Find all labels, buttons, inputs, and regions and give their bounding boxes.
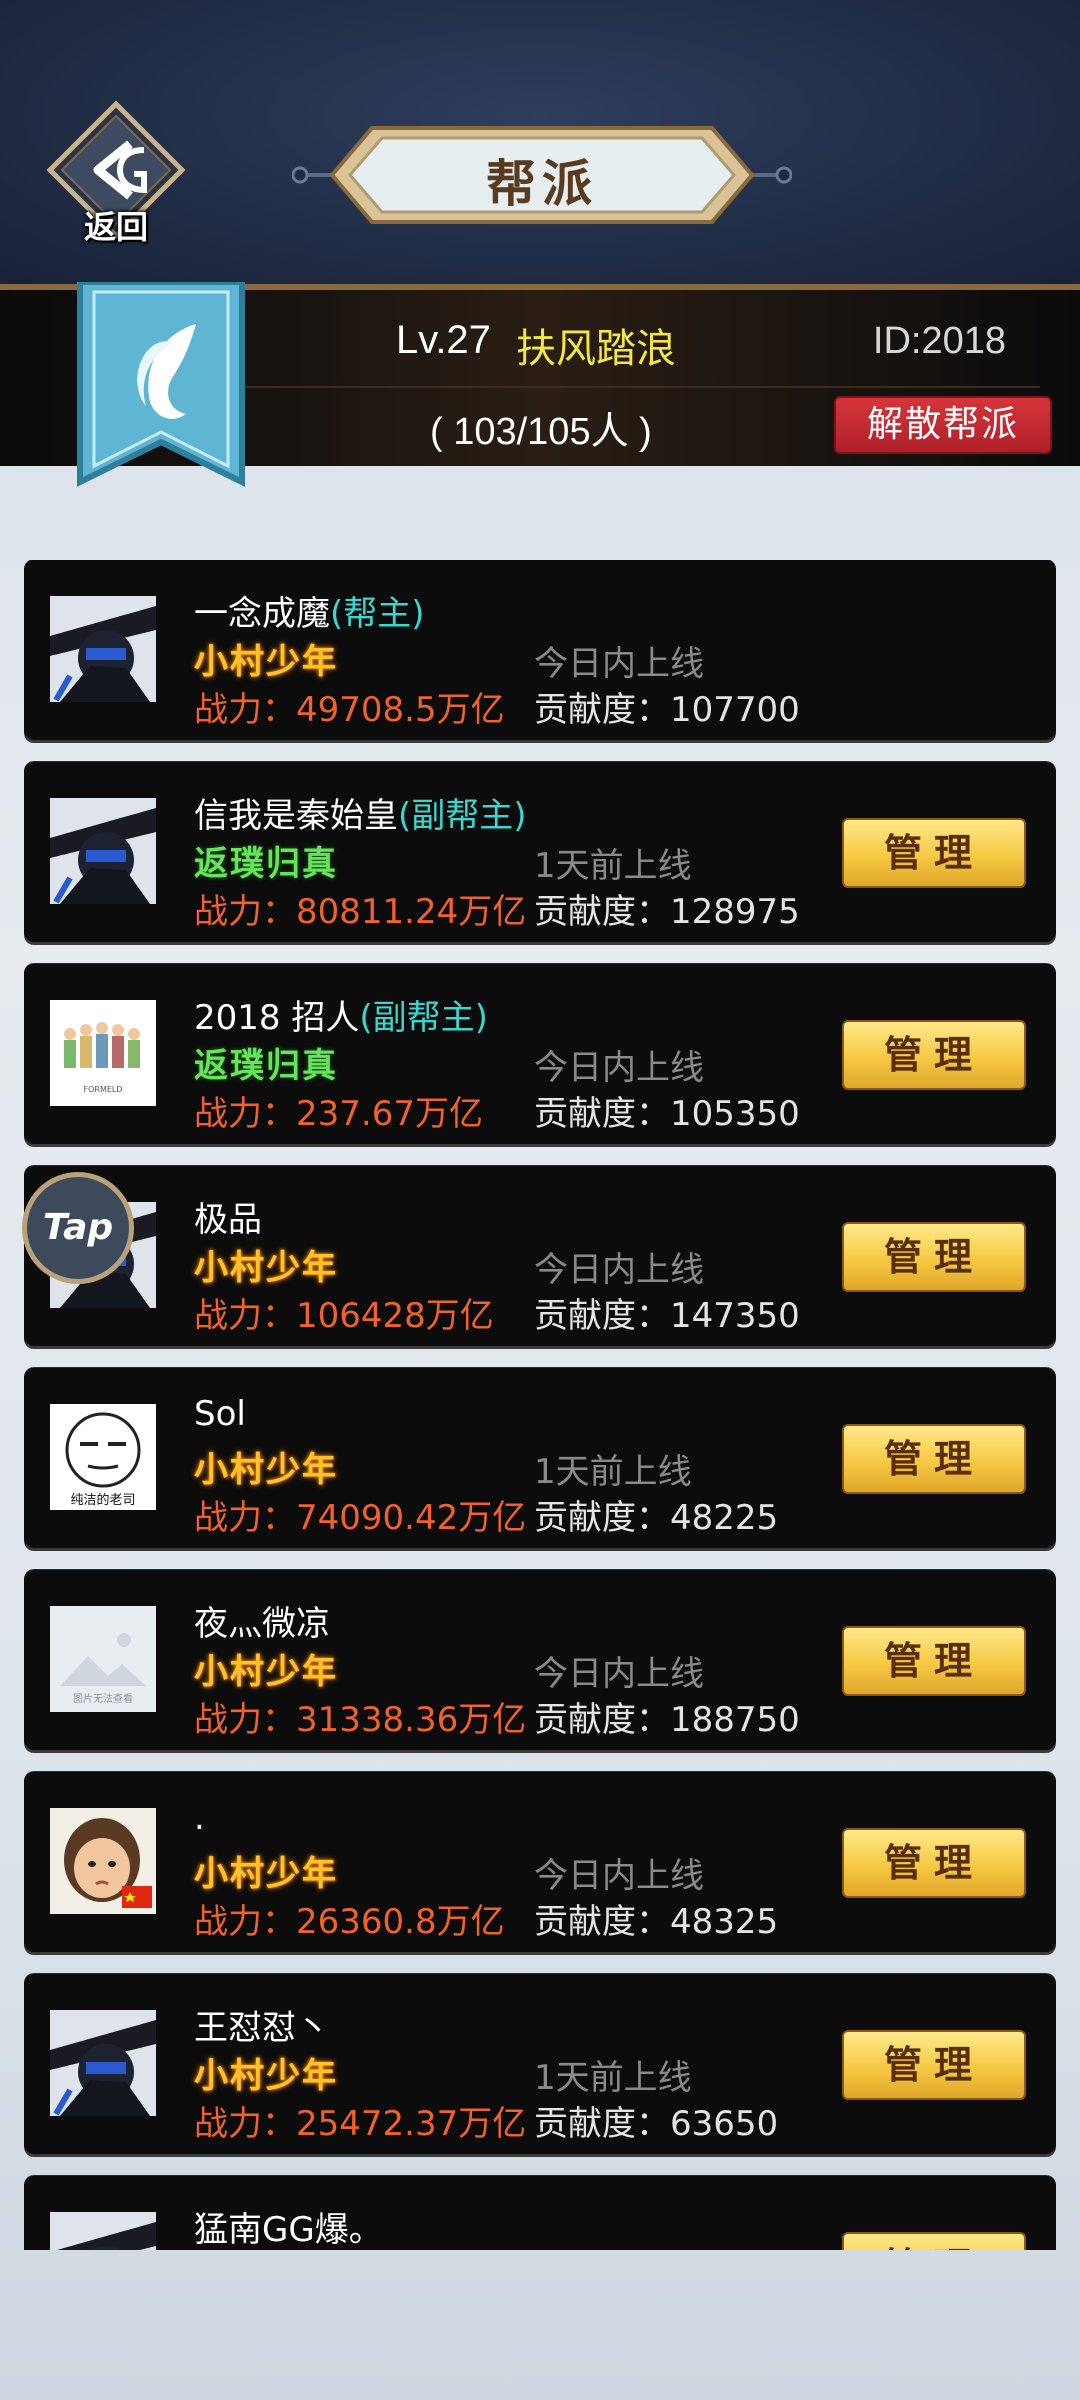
member-card: 一念成魔(帮主) 小村少年 战力：49708.5万亿 今日内上线 贡献度：107… xyxy=(24,560,1056,740)
avatar: 纯洁的老司 xyxy=(50,1404,156,1510)
member-rank: 返璞归真 xyxy=(194,1046,338,1086)
svg-text:图片无法查看: 图片无法查看 xyxy=(73,1692,133,1705)
member-card: 王怼怼丶 小村少年 战力：25472.37万亿 1天前上线 贡献度：63650 … xyxy=(24,1974,1056,2154)
member-power: 战力：49708.5万亿 xyxy=(194,690,505,730)
member-online-status: 1天前上线 xyxy=(534,1452,692,1492)
manage-button[interactable]: 管理 xyxy=(842,1828,1026,1898)
member-rank: 小村少年 xyxy=(194,1854,338,1894)
member-card: . 小村少年 战力：26360.8万亿 今日内上线 贡献度：48325 管理 xyxy=(24,1772,1056,1952)
member-online-status: 今日内上线 xyxy=(534,1856,704,1896)
svg-text:FORMELD: FORMELD xyxy=(83,1085,122,1094)
member-rank: 小村少年 xyxy=(194,1248,338,1288)
member-name: 夜灬微凉 xyxy=(194,1604,330,1644)
back-button[interactable]: 返回 xyxy=(42,100,190,248)
member-online-status: 今日内上线 xyxy=(534,1048,704,1088)
member-name: 极品 xyxy=(194,1200,262,1240)
page-title: 帮派 xyxy=(486,154,598,213)
member-online-status: 今日内上线 xyxy=(534,1250,704,1290)
member-power: 战力：25472.37万亿 xyxy=(194,2104,527,2144)
ninja-avatar-icon xyxy=(50,596,156,702)
disband-guild-button[interactable]: 解散帮派 xyxy=(834,396,1052,454)
avatar xyxy=(50,2010,156,2116)
guild-member-count: ( 103/105人 ) xyxy=(430,411,652,453)
manage-button[interactable]: 管理 xyxy=(842,1222,1026,1292)
member-power: 战力：74090.42万亿 xyxy=(194,1498,527,1538)
manage-button[interactable]: 管理 xyxy=(842,818,1026,888)
member-contribution: 贡献度：147350 xyxy=(534,1296,800,1336)
member-power: 战力：106428万亿 xyxy=(194,1296,494,1336)
member-online-status: 今日内上线 xyxy=(534,644,704,684)
member-power: 战力：26360.8万亿 xyxy=(194,1902,505,1942)
member-power: 战力：80811.24万亿 xyxy=(194,892,527,932)
member-online-status: 1天前上线 xyxy=(534,846,692,886)
guild-info-divider xyxy=(240,386,1040,388)
meme-face-avatar-icon: 纯洁的老司 xyxy=(50,1404,156,1510)
ninja-avatar-icon xyxy=(50,2010,156,2116)
member-rank: 小村少年 xyxy=(194,642,338,682)
member-contribution: 贡献度：63650 xyxy=(534,2104,779,2144)
avatar xyxy=(50,2212,156,2250)
guild-level: Lv.27 xyxy=(396,318,491,362)
member-role: (帮主) xyxy=(330,594,425,634)
avatar xyxy=(50,798,156,904)
member-role: (副帮主) xyxy=(398,796,527,836)
member-online-status: 1天前上线 xyxy=(534,2058,692,2098)
cartoon-girl-avatar-icon xyxy=(50,1808,156,1914)
member-rank: 小村少年 xyxy=(194,1652,338,1692)
member-contribution: 贡献度：107700 xyxy=(534,690,800,730)
member-card: FORMELD 2018 招人(副帮主) 返璞归真 战力：237.67万亿 今日… xyxy=(24,964,1056,1144)
ninja-avatar-icon xyxy=(50,2212,156,2250)
avatar xyxy=(50,1808,156,1914)
manage-button[interactable]: 管理 xyxy=(842,2030,1026,2100)
guild-id: ID:2018 xyxy=(872,320,1006,362)
wing-emblem-icon xyxy=(77,279,245,487)
member-card: 猛南GG爆。 管理 xyxy=(24,2176,1056,2250)
member-name: 一念成魔(帮主) xyxy=(194,594,425,634)
member-rank: 返璞归真 xyxy=(194,844,338,884)
title-plate: 帮派 xyxy=(291,120,793,230)
member-name: 信我是秦始皇(副帮主) xyxy=(194,796,527,836)
member-card: 纯洁的老司 Sol 小村少年 战力：74090.42万亿 1天前上线 贡献度：4… xyxy=(24,1368,1056,1548)
member-list[interactable]: 一念成魔(帮主) 小村少年 战力：49708.5万亿 今日内上线 贡献度：107… xyxy=(24,560,1056,2250)
member-contribution: 贡献度：105350 xyxy=(534,1094,800,1134)
member-power: 战力：31338.36万亿 xyxy=(194,1700,527,1740)
member-name: 王怼怼丶 xyxy=(194,2008,330,2048)
member-rank: 小村少年 xyxy=(194,2056,338,2096)
manage-button[interactable]: 管理 xyxy=(842,1424,1026,1494)
member-contribution: 贡献度：128975 xyxy=(534,892,800,932)
member-name: 猛南GG爆。 xyxy=(194,2210,383,2250)
member-name: Sol xyxy=(194,1394,246,1434)
manage-button[interactable]: 管理 xyxy=(842,1020,1026,1090)
guild-name: 扶风踏浪 xyxy=(516,326,676,372)
member-card: 极品 小村少年 战力：106428万亿 今日内上线 贡献度：147350 管理 xyxy=(24,1166,1056,1346)
svg-text:纯洁的老司: 纯洁的老司 xyxy=(70,1492,135,1508)
avatar: FORMELD xyxy=(50,1000,156,1106)
member-card: 信我是秦始皇(副帮主) 返璞归真 战力：80811.24万亿 1天前上线 贡献度… xyxy=(24,762,1056,942)
ninja-avatar-icon xyxy=(50,798,156,904)
tap-overlay-button[interactable]: Tap xyxy=(22,1172,134,1284)
member-power: 战力：237.67万亿 xyxy=(194,1094,483,1134)
manage-button[interactable]: 管理 xyxy=(842,1626,1026,1696)
top-bar: 返回 帮派 xyxy=(0,0,1080,290)
member-contribution: 贡献度：48325 xyxy=(534,1902,779,1942)
member-name: . xyxy=(194,1798,205,1838)
back-label: 返回 xyxy=(83,208,148,246)
member-contribution: 贡献度：48225 xyxy=(534,1498,779,1538)
member-rank: 小村少年 xyxy=(194,1450,338,1490)
member-online-status: 今日内上线 xyxy=(534,1654,704,1694)
group-photo-avatar-icon: FORMELD xyxy=(50,1000,156,1106)
member-name: 2018 招人(副帮主) xyxy=(194,998,488,1038)
guild-emblem xyxy=(76,279,246,502)
member-role: (副帮主) xyxy=(359,998,488,1038)
member-contribution: 贡献度：188750 xyxy=(534,1700,800,1740)
member-card: 图片无法查看 夜灬微凉 小村少年 战力：31338.36万亿 今日内上线 贡献度… xyxy=(24,1570,1056,1750)
image-placeholder-avatar-icon: 图片无法查看 xyxy=(50,1606,156,1712)
avatar: 图片无法查看 xyxy=(50,1606,156,1712)
avatar xyxy=(50,596,156,702)
manage-button[interactable]: 管理 xyxy=(842,2232,1026,2250)
